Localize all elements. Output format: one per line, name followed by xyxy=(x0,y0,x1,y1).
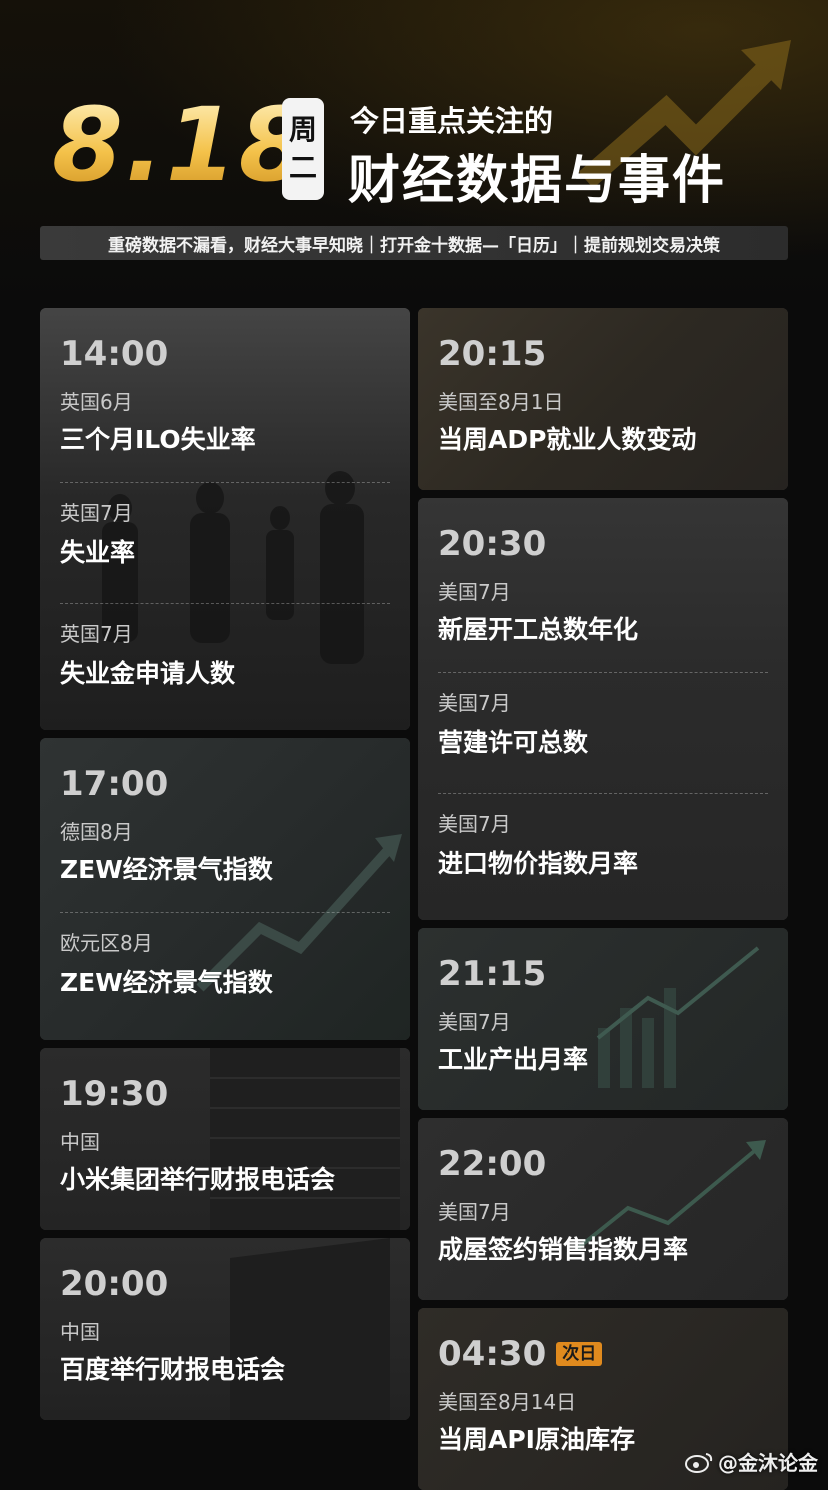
event-region: 欧元区8月 xyxy=(60,931,153,955)
event-region: 美国7月 xyxy=(438,1200,511,1224)
event-region: 中国 xyxy=(60,1130,100,1154)
watermark-text: @金沐论金 xyxy=(718,1451,818,1475)
event-item: 英国7月 失业金申请人数 xyxy=(60,604,390,724)
event-card-2115[interactable]: 21:15 美国7月 工业产出月率 xyxy=(418,928,788,1110)
event-time: 20:00 xyxy=(60,1264,169,1304)
event-card-1930[interactable]: 19:30 中国 小米集团举行财报电话会 xyxy=(40,1048,410,1230)
event-item: 美国7月 新屋开工总数年化 xyxy=(438,566,768,672)
event-name: 工业产出月率 xyxy=(438,1045,589,1074)
event-card-1700[interactable]: 17:00 德国8月 ZEW经济景气指数 欧元区8月 ZEW经济景气指数 xyxy=(40,738,410,1040)
event-item: 中国 百度举行财报电话会 xyxy=(60,1306,390,1412)
subtitle-text: 重磅数据不漏看，财经大事早知晓｜打开金十数据—「日历」｜提前规划交易决策 xyxy=(108,235,720,256)
event-region: 美国至8月14日 xyxy=(438,1390,577,1414)
event-card-2015[interactable]: 20:15 美国至8月1日 当周ADP就业人数变动 xyxy=(418,308,788,490)
date: 8.18 xyxy=(52,86,312,205)
event-item: 德国8月 ZEW经济景气指数 xyxy=(60,806,390,912)
event-name: 失业金申请人数 xyxy=(60,659,236,688)
event-card-2000[interactable]: 20:00 中国 百度举行财报电话会 xyxy=(40,1238,410,1420)
event-region: 中国 xyxy=(60,1320,100,1344)
page-title: 财经数据与事件 xyxy=(348,151,727,211)
event-name: 三个月ILO失业率 xyxy=(60,425,256,454)
event-card-1400[interactable]: 14:00 英国6月 三个月ILO失业率 英国7月 失业率 英国7月 失业金申请… xyxy=(40,308,410,730)
event-item: 欧元区8月 ZEW经济景气指数 xyxy=(60,913,390,1033)
event-time: 20:30 xyxy=(438,524,547,564)
weekday-char-1: 周 xyxy=(288,113,317,146)
title-small: 今日重点关注的 xyxy=(350,104,554,138)
weekday-char-2: 二 xyxy=(288,151,317,184)
event-item: 美国7月 成屋签约销售指数月率 xyxy=(438,1186,768,1292)
event-item: 美国7月 工业产出月率 xyxy=(438,996,768,1102)
event-name: ZEW经济景气指数 xyxy=(60,968,273,997)
event-time: 22:00 xyxy=(438,1144,547,1184)
event-name: 成屋签约销售指数月率 xyxy=(438,1235,689,1264)
event-region: 德国8月 xyxy=(60,820,133,844)
event-name: 营建许可总数 xyxy=(438,728,589,757)
event-item: 美国7月 营建许可总数 xyxy=(438,673,768,793)
event-name: 新屋开工总数年化 xyxy=(438,615,639,644)
event-time: 17:00 xyxy=(60,764,169,804)
event-region: 美国7月 xyxy=(438,812,511,836)
weekday-badge: 周 二 xyxy=(282,98,324,200)
page-header: 8.18 周 二 今日重点关注的 财经数据与事件 xyxy=(52,86,792,211)
event-name: ZEW经济景气指数 xyxy=(60,855,273,884)
event-region: 英国7月 xyxy=(60,501,133,525)
event-region: 美国7月 xyxy=(438,1010,511,1034)
event-item: 中国 小米集团举行财报电话会 xyxy=(60,1116,390,1222)
event-region: 英国7月 xyxy=(60,622,133,646)
event-card-2030[interactable]: 20:30 美国7月 新屋开工总数年化 美国7月 营建许可总数 美国7月 进口物… xyxy=(418,498,788,920)
event-name: 当周ADP就业人数变动 xyxy=(438,425,697,454)
event-item: 英国7月 失业率 xyxy=(60,483,390,603)
event-name: 进口物价指数月率 xyxy=(438,849,639,878)
event-name: 当周API原油库存 xyxy=(438,1425,635,1454)
event-time: 19:30 xyxy=(60,1074,169,1114)
event-region: 美国至8月1日 xyxy=(438,390,564,414)
event-name: 百度举行财报电话会 xyxy=(60,1355,286,1384)
weibo-logo-icon xyxy=(685,1452,713,1473)
event-time-text: 04:30 xyxy=(438,1334,547,1374)
event-name: 小米集团举行财报电话会 xyxy=(60,1165,336,1194)
event-time: 21:15 xyxy=(438,954,547,994)
event-item: 英国6月 三个月ILO失业率 xyxy=(60,376,390,482)
event-time: 20:15 xyxy=(438,334,547,374)
event-time: 04:30 次日 xyxy=(438,1332,768,1376)
event-item: 美国至8月1日 当周ADP就业人数变动 xyxy=(438,376,768,482)
event-region: 美国7月 xyxy=(438,580,511,604)
event-region: 美国7月 xyxy=(438,691,511,715)
subtitle-bar: 重磅数据不漏看，财经大事早知晓｜打开金十数据—「日历」｜提前规划交易决策 xyxy=(40,226,788,260)
event-item: 美国7月 进口物价指数月率 xyxy=(438,794,768,914)
event-region: 英国6月 xyxy=(60,390,133,414)
next-day-badge: 次日 xyxy=(556,1342,603,1366)
event-name: 失业率 xyxy=(60,538,136,567)
watermark: @金沐论金 xyxy=(684,1447,818,1476)
event-time: 14:00 xyxy=(60,334,169,374)
event-card-2200[interactable]: 22:00 美国7月 成屋签约销售指数月率 xyxy=(418,1118,788,1300)
